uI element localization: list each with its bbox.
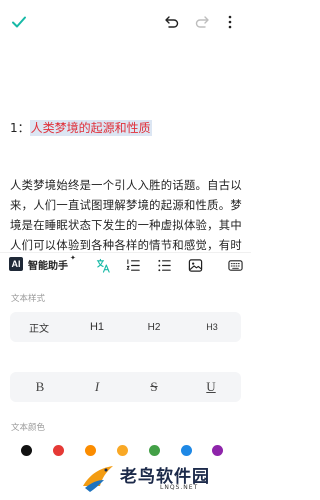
color-swatch-yellow[interactable] <box>117 445 128 456</box>
strikethrough-button[interactable]: S <box>140 372 168 402</box>
watermark-url: LNQS.NET <box>160 484 199 491</box>
ordered-list-icon[interactable] <box>125 257 141 273</box>
color-swatch-orange[interactable] <box>85 445 96 456</box>
document-heading[interactable]: 1：人类梦境的起源和性质 <box>10 118 242 138</box>
bullet-list-icon[interactable] <box>156 257 172 273</box>
color-swatch-green[interactable] <box>149 445 160 456</box>
image-icon[interactable] <box>187 257 203 273</box>
text-style-title: 文本样式 <box>11 294 46 304</box>
bird-logo-icon <box>83 466 113 492</box>
color-swatch-black[interactable] <box>21 445 32 456</box>
more-icon[interactable] <box>219 11 241 33</box>
bold-button[interactable]: B <box>26 372 54 402</box>
text-style-row: 正文 H1 H2 H3 <box>10 312 241 342</box>
editor-toolbar: AI 智能助手 ✦ <box>0 252 251 277</box>
style-body-option[interactable]: 正文 <box>10 312 68 342</box>
text-color-title: 文本颜色 <box>11 423 46 433</box>
top-bar <box>0 0 251 44</box>
style-h2-option[interactable]: H2 <box>125 312 183 342</box>
heading-text-selected[interactable]: 人类梦境的起源和性质 <box>29 120 152 136</box>
italic-button[interactable]: I <box>83 372 111 402</box>
color-swatch-blue[interactable] <box>181 445 192 456</box>
document-paragraph[interactable]: 人类梦境始终是一个引人入胜的话题。自古以来，人们一直试图理解梦境的起源和性质。梦… <box>10 176 244 258</box>
style-h1-option[interactable]: H1 <box>68 312 126 342</box>
ai-icon[interactable]: AI <box>9 257 23 271</box>
keyboard-icon[interactable] <box>227 257 243 273</box>
style-h3-option[interactable]: H3 <box>183 312 241 342</box>
translate-icon[interactable] <box>95 257 111 273</box>
underline-button[interactable]: U <box>197 372 225 402</box>
ai-assistant-button[interactable]: 智能助手 <box>28 257 68 272</box>
text-decoration-row: B I S U <box>10 372 241 402</box>
color-swatch-purple[interactable] <box>212 445 223 456</box>
check-icon[interactable] <box>8 11 30 33</box>
undo-icon[interactable] <box>161 11 183 33</box>
sparkle-icon: ✦ <box>70 254 76 262</box>
heading-number: 1： <box>10 121 30 135</box>
color-swatch-red[interactable] <box>53 445 64 456</box>
redo-icon[interactable] <box>191 11 213 33</box>
watermark: 老鸟软件园 LNQS.NET <box>80 458 250 500</box>
